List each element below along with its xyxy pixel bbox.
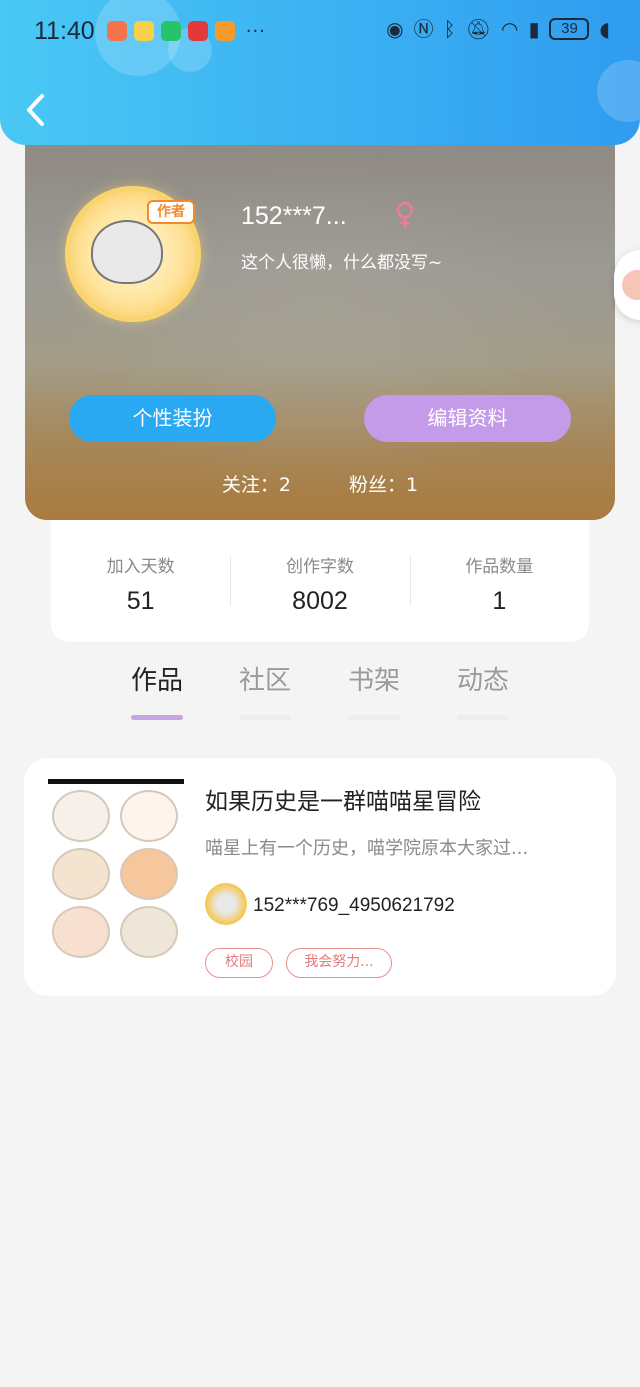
cat-avatar-image <box>91 220 163 284</box>
floating-widget[interactable] <box>614 250 640 320</box>
work-tag[interactable]: 我会努力... <box>286 948 392 978</box>
stat-value: 8002 <box>292 587 348 615</box>
app-notification-icon <box>160 21 181 41</box>
stats-panel: 加入天数 51 创作字数 8002 作品数量 1 <box>51 520 589 642</box>
app-notification-icon <box>214 21 235 41</box>
mute-icon: 🔕︎ <box>465 17 491 41</box>
cover-sticker <box>120 906 178 958</box>
stat-works-count: 作品数量 1 <box>409 520 589 642</box>
app-notification-icon <box>133 21 154 41</box>
floating-widget-icon <box>622 270 640 300</box>
tab-indicator <box>239 715 291 720</box>
following-count[interactable]: 关注：2 <box>222 470 291 497</box>
tab-works[interactable]: 作品 <box>128 660 186 720</box>
tab-bookshelf[interactable]: 书架 <box>345 660 403 720</box>
leaf-icon: ◖ <box>599 17 610 41</box>
header-bar: 11:40 ··· ◉ Ⓝ ᛒ 🔕︎ ◠ ▮ 39 ◖ <box>0 0 640 145</box>
profile-nickname: 152***7... <box>241 202 347 230</box>
work-description: 喵星上有一个历史，喵学院原本大家过... <box>205 838 529 859</box>
work-cover-image <box>48 779 184 964</box>
cover-sticker <box>52 906 110 958</box>
app-notification-icon <box>106 21 127 41</box>
stat-label: 创作字数 <box>285 557 354 577</box>
work-tag[interactable]: 校园 <box>205 948 273 978</box>
tab-indicator <box>457 715 509 720</box>
author-badge: 作者 <box>147 200 195 224</box>
follow-stats: 关注：2 粉丝：1 <box>25 470 615 497</box>
stat-label: 加入天数 <box>106 557 175 577</box>
work-author-name: 152***769_4950621792 <box>253 895 455 916</box>
personal-dress-button[interactable]: 个性装扮 <box>69 395 276 442</box>
cover-sticker <box>52 848 110 900</box>
tab-activity[interactable]: 动态 <box>454 660 512 720</box>
stat-join-days: 加入天数 51 <box>51 520 230 642</box>
app-notification-icon <box>187 21 208 41</box>
wifi-icon: ◠ <box>500 17 519 41</box>
eye-icon: ◉ <box>386 17 404 41</box>
cover-sticker <box>120 790 178 842</box>
stat-value: 51 <box>126 587 155 615</box>
avatar[interactable]: 作者 <box>69 190 197 318</box>
status-time: 11:40 <box>34 16 95 45</box>
author-avatar <box>205 883 247 925</box>
bluetooth-icon: ᛒ <box>443 17 456 41</box>
cover-sticker <box>120 848 178 900</box>
profile-tabs: 作品 社区 书架 动态 <box>0 660 640 740</box>
cover-sticker <box>52 790 110 842</box>
profile-bio: 这个人很懒，什么都没写~ <box>241 253 443 273</box>
work-card[interactable]: 如果历史是一群喵喵星冒险 喵星上有一个历史，喵学院原本大家过... 152***… <box>24 758 616 996</box>
stat-label: 作品数量 <box>465 557 534 577</box>
sim-alert-icon: ▮ <box>528 17 540 41</box>
followers-count[interactable]: 粉丝：1 <box>349 470 418 497</box>
tab-label: 动态 <box>456 666 509 696</box>
tab-indicator <box>131 715 183 720</box>
back-button[interactable] <box>22 92 52 128</box>
battery-icon: 39 <box>549 18 590 40</box>
stat-value: 1 <box>492 587 507 615</box>
decor-bubble <box>597 60 640 122</box>
chevron-left-icon <box>27 94 44 126</box>
profile-card: 作者 152***7... 这个人很懒，什么都没写~ 个性装扮 编辑资料 关注：… <box>25 142 615 520</box>
work-title: 如果历史是一群喵喵星冒险 <box>205 789 481 815</box>
stat-word-count: 创作字数 8002 <box>230 520 409 642</box>
tab-label: 社区 <box>238 666 291 696</box>
tab-community[interactable]: 社区 <box>236 660 294 720</box>
status-icons: ◉ Ⓝ ᛒ 🔕︎ ◠ ▮ 39 ◖ <box>386 16 610 42</box>
tab-label: 书架 <box>347 666 400 696</box>
tab-label: 作品 <box>130 666 183 696</box>
edit-profile-button[interactable]: 编辑资料 <box>364 395 571 442</box>
female-icon <box>396 201 414 228</box>
nfc-icon: Ⓝ <box>413 17 434 41</box>
tab-indicator <box>348 715 400 720</box>
more-notifications-icon: ··· <box>245 20 266 42</box>
